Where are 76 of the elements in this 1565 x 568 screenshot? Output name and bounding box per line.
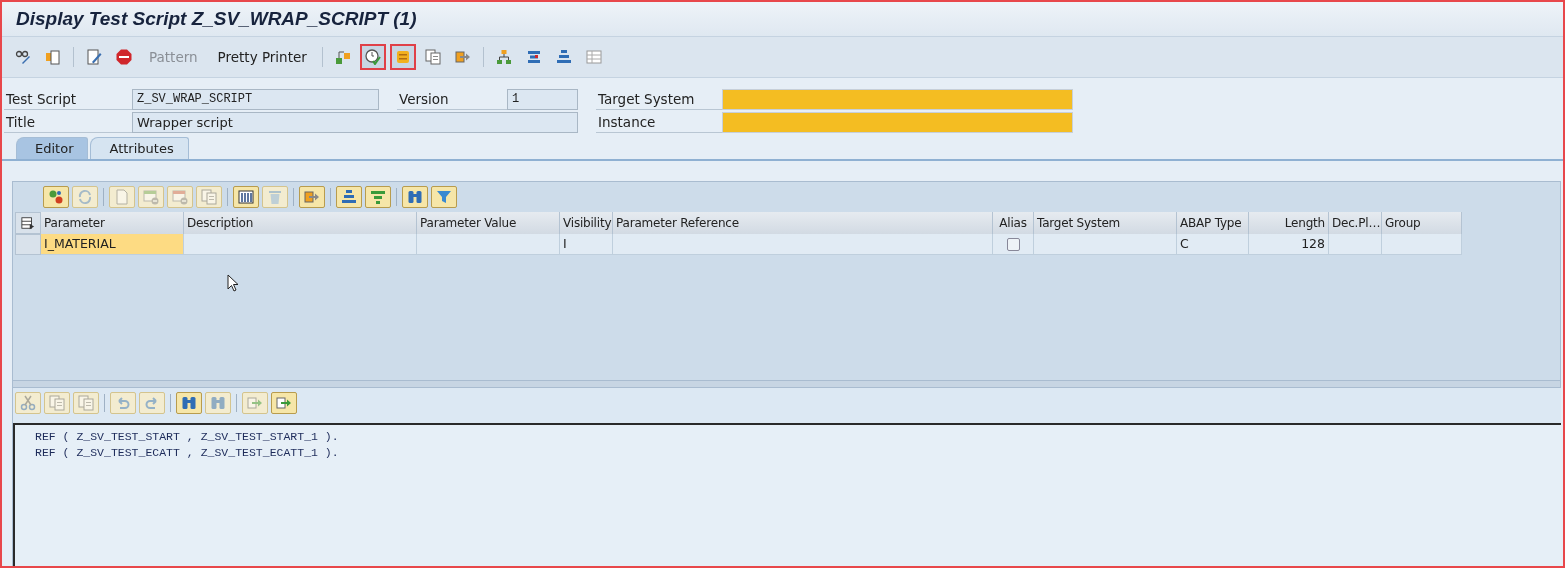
paste-icon — [78, 395, 94, 411]
column-header[interactable]: Parameter Value — [417, 212, 560, 234]
redo-icon — [144, 395, 160, 411]
input-field[interactable]: Z_SV_WRAP_SCRIPT — [132, 88, 379, 110]
input-field[interactable]: Wrapper script — [132, 111, 578, 133]
column-header[interactable]: Length — [1249, 212, 1329, 234]
window-title: Display Test Script Z_SV_WRAP_SCRIPT (1) — [16, 8, 417, 30]
cursor-icon — [227, 274, 239, 292]
column-header[interactable]: ABAP Type — [1177, 212, 1249, 234]
code-line: REF ( Z_SV_TEST_START , Z_SV_TEST_START_1 ). — [35, 429, 340, 445]
column-header[interactable]: Visibility — [560, 212, 613, 234]
tree-icon — [495, 49, 512, 65]
tab[interactable]: Attributes — [90, 137, 189, 159]
toolbar-button[interactable] — [233, 186, 259, 208]
find-next-icon — [210, 395, 226, 411]
table-cell: C — [1177, 234, 1249, 255]
structure-icon — [525, 49, 542, 65]
shapes-icon — [48, 189, 64, 205]
export-arrow-icon — [454, 49, 471, 65]
input-field[interactable] — [722, 88, 1073, 110]
align-icon — [555, 49, 572, 65]
column-header[interactable]: Dec.Pl… — [1329, 212, 1382, 234]
binoculars-icon — [181, 395, 197, 411]
toolbar-button[interactable] — [359, 44, 386, 70]
delete-row-icon — [172, 189, 188, 205]
document-icon — [114, 189, 130, 205]
scroll-icon — [394, 49, 411, 65]
clock-check-icon — [364, 49, 381, 65]
input-field[interactable] — [722, 111, 1073, 133]
column-header[interactable]: Parameter — [41, 212, 184, 234]
toolbar-button[interactable] — [402, 186, 428, 208]
table-cell: I_MATERIAL — [41, 234, 184, 255]
filter-icon — [436, 189, 452, 205]
toolbar-button[interactable] — [336, 186, 362, 208]
splitter-handle[interactable] — [12, 380, 1561, 388]
column-header[interactable]: Alias — [993, 212, 1034, 234]
undo-icon — [115, 395, 131, 411]
add-row-icon — [143, 189, 159, 205]
input-field[interactable]: 1 — [507, 88, 578, 110]
copy-documents-icon — [49, 395, 65, 411]
copy-documents-icon — [424, 49, 441, 65]
table-settings-icon — [21, 216, 35, 230]
export-arrow-icon — [304, 189, 320, 205]
refresh-icon — [77, 189, 93, 205]
trash-icon — [267, 189, 283, 205]
table-icon — [585, 49, 602, 65]
binoculars-icon — [407, 189, 423, 205]
toolbar-button[interactable]: Pretty Printer — [209, 47, 315, 67]
code-line: REF ( Z_SV_TEST_ECATT , Z_SV_TEST_ECATT_1 ). — [35, 445, 340, 461]
copy-document-icon — [45, 49, 61, 65]
toolbar-button[interactable] — [389, 44, 416, 70]
edit-document-icon — [86, 49, 102, 65]
checkbox[interactable] — [1006, 237, 1020, 251]
import-icon — [247, 395, 263, 411]
copy-documents-icon — [201, 189, 217, 205]
column-settings-button[interactable] — [15, 212, 41, 234]
toolbar-button[interactable] — [43, 186, 69, 208]
hierarchy-icon — [334, 49, 351, 65]
toolbar-button[interactable] — [271, 392, 297, 414]
table-cell: 128 — [1249, 234, 1329, 255]
filter-rows-icon — [370, 189, 386, 205]
code-editor[interactable]: REF ( Z_SV_TEST_START , Z_SV_TEST_START_1 ). REF ( Z_SV_TEST_ECATT , Z_SV_TEST_ECATT_1 ). — [13, 423, 1561, 566]
column-header[interactable]: Target System — [1034, 212, 1177, 234]
toolbar-button[interactable] — [176, 392, 202, 414]
tab[interactable]: Editor — [16, 137, 89, 159]
table-cell: I — [560, 234, 613, 255]
column-header[interactable]: Description — [184, 212, 417, 234]
stop-icon — [116, 49, 132, 65]
align-icon — [341, 189, 357, 205]
column-header[interactable]: Group — [1382, 212, 1462, 234]
column-header[interactable]: Parameter Reference — [613, 212, 993, 234]
scissors-icon — [20, 395, 36, 411]
columns-icon — [238, 189, 254, 205]
export-icon — [276, 395, 292, 411]
table-cell — [1329, 234, 1382, 255]
glasses-pencil-icon — [15, 49, 31, 65]
